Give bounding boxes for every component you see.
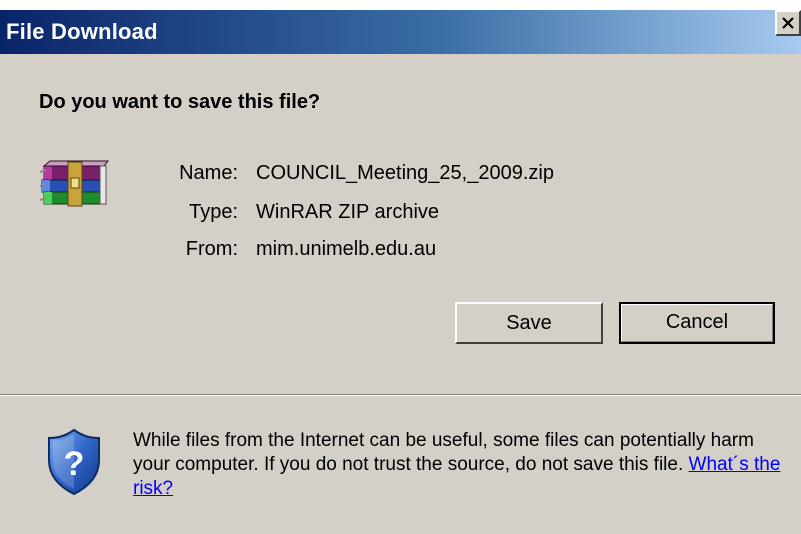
file-source-label: From: (185, 238, 238, 260)
cancel-button[interactable]: Cancel (619, 302, 775, 344)
svg-text:?: ? (64, 445, 85, 483)
warning-message: While files from the Internet can be use… (133, 430, 754, 475)
cancel-button-label: Cancel (665, 311, 729, 333)
file-name-row: Name: COUNCIL_Meeting_25,_2009.zip (0, 162, 801, 188)
section-divider (0, 394, 801, 396)
save-button[interactable]: Save (455, 302, 603, 344)
file-type-label: Type: (189, 201, 238, 223)
file-type-value: WinRAR ZIP archive (256, 201, 440, 223)
close-x-icon (782, 17, 794, 29)
title-bar[interactable]: File Download (0, 10, 801, 54)
file-download-dialog: File Download Do you want to save this f… (0, 0, 801, 534)
dialog-question: Do you want to save this file? (39, 91, 321, 113)
file-source-row: From: mim.unimelb.edu.au (0, 238, 801, 264)
security-warning-text: While files from the Internet can be use… (133, 429, 785, 501)
close-button[interactable] (775, 10, 801, 36)
security-shield-question-icon: ? (48, 428, 100, 496)
window-top-edge (0, 0, 801, 10)
file-name-label: Name: (179, 162, 238, 184)
file-name-value: COUNCIL_Meeting_25,_2009.zip (256, 162, 554, 184)
window-title: File Download (6, 19, 158, 44)
file-type-row: Type: WinRAR ZIP archive (0, 201, 801, 227)
file-source-value: mim.unimelb.edu.au (256, 238, 437, 260)
